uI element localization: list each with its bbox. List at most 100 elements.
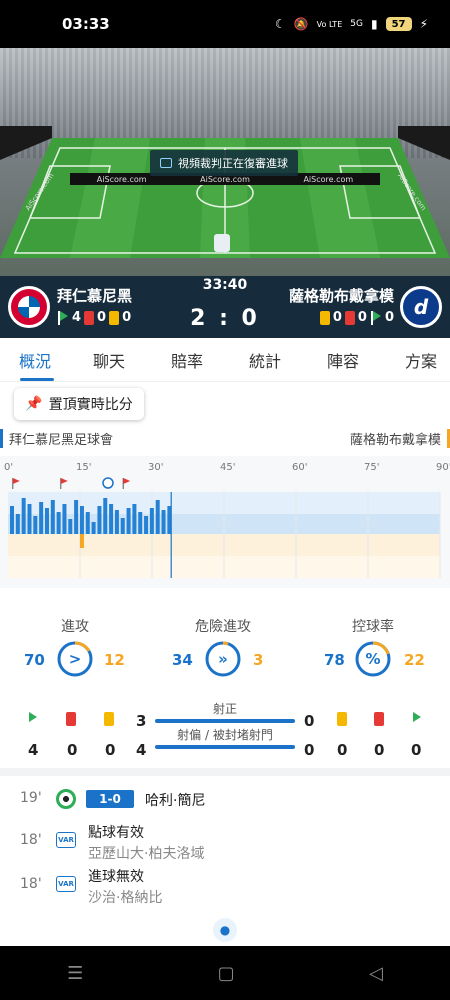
- whistle-icon[interactable]: ●: [213, 918, 237, 942]
- mute-icon: 🔕: [293, 17, 309, 31]
- home-icon[interactable]: ▢: [218, 963, 235, 984]
- away-yellow-cards: 0: [332, 310, 342, 325]
- signal-icon: ▮: [370, 17, 378, 31]
- away-on-target: 0: [304, 712, 315, 730]
- match-overview-panel: 概況 聊天 賠率 統計 陣容 方案 🔥 📌 置頂實時比分 拜仁慕尼黑足球會 薩格…: [0, 338, 450, 946]
- pin-icon: 📌: [25, 396, 43, 412]
- home-red-count: 0: [67, 741, 78, 759]
- system-nav-bar: ☰ ▢ ◁: [0, 946, 450, 1000]
- away-off-target: 0: [304, 741, 315, 759]
- percent-icon: %: [365, 650, 381, 668]
- event-minute: 18': [20, 876, 42, 892]
- corner-marker-icon: [60, 478, 68, 484]
- tab-overview[interactable]: 概況: [0, 348, 70, 372]
- away-team-logo[interactable]: d: [400, 286, 442, 328]
- pin-live-score-button[interactable]: 📌 置頂實時比分: [14, 388, 144, 420]
- recent-apps-icon[interactable]: ☰: [67, 963, 83, 984]
- dangerous-label: 危險進攻: [195, 619, 251, 635]
- back-icon[interactable]: ◁: [369, 963, 383, 984]
- attacks-home: 70: [24, 651, 45, 669]
- event-minute: 18': [20, 832, 42, 848]
- home-on-target: 3: [136, 712, 147, 730]
- corner-flag-icon: [370, 310, 382, 325]
- yellow-card-icon: [104, 712, 114, 726]
- goal-ball-icon: [56, 789, 76, 809]
- tab-bar: 概況 聊天 賠率 統計 陣容 方案 🔥: [0, 338, 450, 382]
- goal-marker-icon: [102, 477, 114, 489]
- ball-position-icon: [214, 234, 230, 252]
- home-off-target: 4: [136, 741, 147, 759]
- away-red-cards: 0: [357, 310, 367, 325]
- attacks-label: 進攻: [61, 619, 89, 635]
- off-target-bar: [155, 745, 295, 749]
- status-bar: 03:33 ☾ 🔕 Vo LTE 5G ▮ 57 ⚡: [0, 0, 450, 48]
- var-icon: VAR: [56, 832, 76, 848]
- on-target-label: 射正: [212, 702, 237, 716]
- status-time: 03:33: [62, 15, 110, 33]
- dangerous-away: 3: [253, 651, 264, 669]
- away-yellow-count: 0: [337, 741, 348, 759]
- live-pitch[interactable]: AiScore.com AiScore.com AiScore.com AiSc…: [0, 48, 450, 276]
- triple-chevron-icon: »: [218, 650, 228, 668]
- charging-icon: ⚡: [419, 17, 428, 31]
- away-team-name[interactable]: 薩格勒布戴拿模: [289, 285, 394, 306]
- home-team-fullname: 拜仁慕尼黑足球會: [0, 429, 113, 448]
- var-icon: VAR: [56, 876, 76, 892]
- pin-button-label: 置頂實時比分: [48, 397, 133, 413]
- attacks-away: 12: [104, 651, 125, 669]
- tab-indicator: [20, 378, 54, 381]
- red-card-icon: [66, 712, 76, 726]
- red-card-icon: [344, 310, 355, 325]
- battery-icon: 57: [385, 17, 412, 31]
- tab-chat[interactable]: 聊天: [70, 348, 148, 372]
- team-names-row: 拜仁慕尼黑足球會 薩格勒布戴拿模: [0, 429, 450, 449]
- corner-marker-icon: [12, 478, 20, 484]
- tab-odds[interactable]: 賠率: [148, 348, 226, 372]
- momentum-timeline[interactable]: 0' 15' 30' 45' 60' 75' 90': [0, 456, 450, 588]
- divider: [0, 768, 450, 776]
- possession-away: 22: [404, 651, 425, 669]
- shots-summary: 4 0 0 3 4 射正 射偏 / 被封堵射門 0 0 0 0 0: [0, 700, 450, 760]
- off-target-label: 射偏 / 被封堵射門: [177, 728, 273, 742]
- home-yellow-count: 0: [105, 741, 116, 759]
- var-decision: 進球無效: [88, 869, 144, 885]
- corner-flag-icon: [26, 712, 38, 726]
- score-header: 拜仁慕尼黑 4 0 0 33:40 2 : 0 薩格勒布戴拿模 0 0 0 d: [0, 276, 450, 338]
- signal-label: 5G: [350, 19, 363, 29]
- event-score-badge: 1-0: [86, 790, 134, 808]
- yellow-card-icon: [337, 712, 347, 726]
- momentum-chart: [8, 477, 441, 578]
- on-target-bar: [155, 719, 295, 723]
- corner-flag-icon: [410, 712, 422, 726]
- banner-text: 視頻裁判正在復審進球: [178, 157, 288, 170]
- var-decision: 點球有效: [88, 825, 144, 841]
- var-player: 沙治·格納比: [88, 890, 163, 906]
- possession-label: 控球率: [352, 619, 394, 635]
- video-icon: [160, 158, 172, 168]
- red-card-icon: [374, 712, 384, 726]
- away-team-fullname: 薩格勒布戴拿模: [350, 429, 450, 448]
- away-corners: 0: [384, 310, 394, 325]
- var-player: 亞歷山大·柏夫洛域: [88, 846, 205, 862]
- ad-text: AiScore.com: [303, 174, 354, 184]
- goal-scorer: 哈利·簡尼: [145, 793, 206, 809]
- chevron-right-icon: >: [68, 650, 82, 668]
- volte-label: Vo LTE: [316, 19, 343, 29]
- tab-lineups[interactable]: 陣容: [304, 348, 382, 372]
- tab-stats[interactable]: 統計: [226, 348, 304, 372]
- moon-icon: ☾: [274, 17, 286, 31]
- var-review-banner: 視頻裁判正在復審進球: [150, 150, 298, 176]
- elapsed-region: [8, 492, 171, 578]
- status-icons: ☾ 🔕 Vo LTE 5G ▮ 57 ⚡: [275, 17, 428, 31]
- ad-text: AiScore.com: [96, 174, 147, 184]
- corner-marker-icon: [123, 478, 131, 484]
- home-corners-count: 4: [28, 741, 39, 759]
- away-corners-count: 0: [411, 741, 422, 759]
- event-minute: 19': [20, 790, 42, 806]
- away-red-count: 0: [374, 741, 385, 759]
- yellow-card-icon: [319, 310, 330, 325]
- tab-tips[interactable]: 方案: [382, 348, 450, 372]
- possession-home: 78: [324, 651, 345, 669]
- dangerous-home: 34: [172, 651, 193, 669]
- away-match-stats: 0 0 0: [319, 310, 394, 325]
